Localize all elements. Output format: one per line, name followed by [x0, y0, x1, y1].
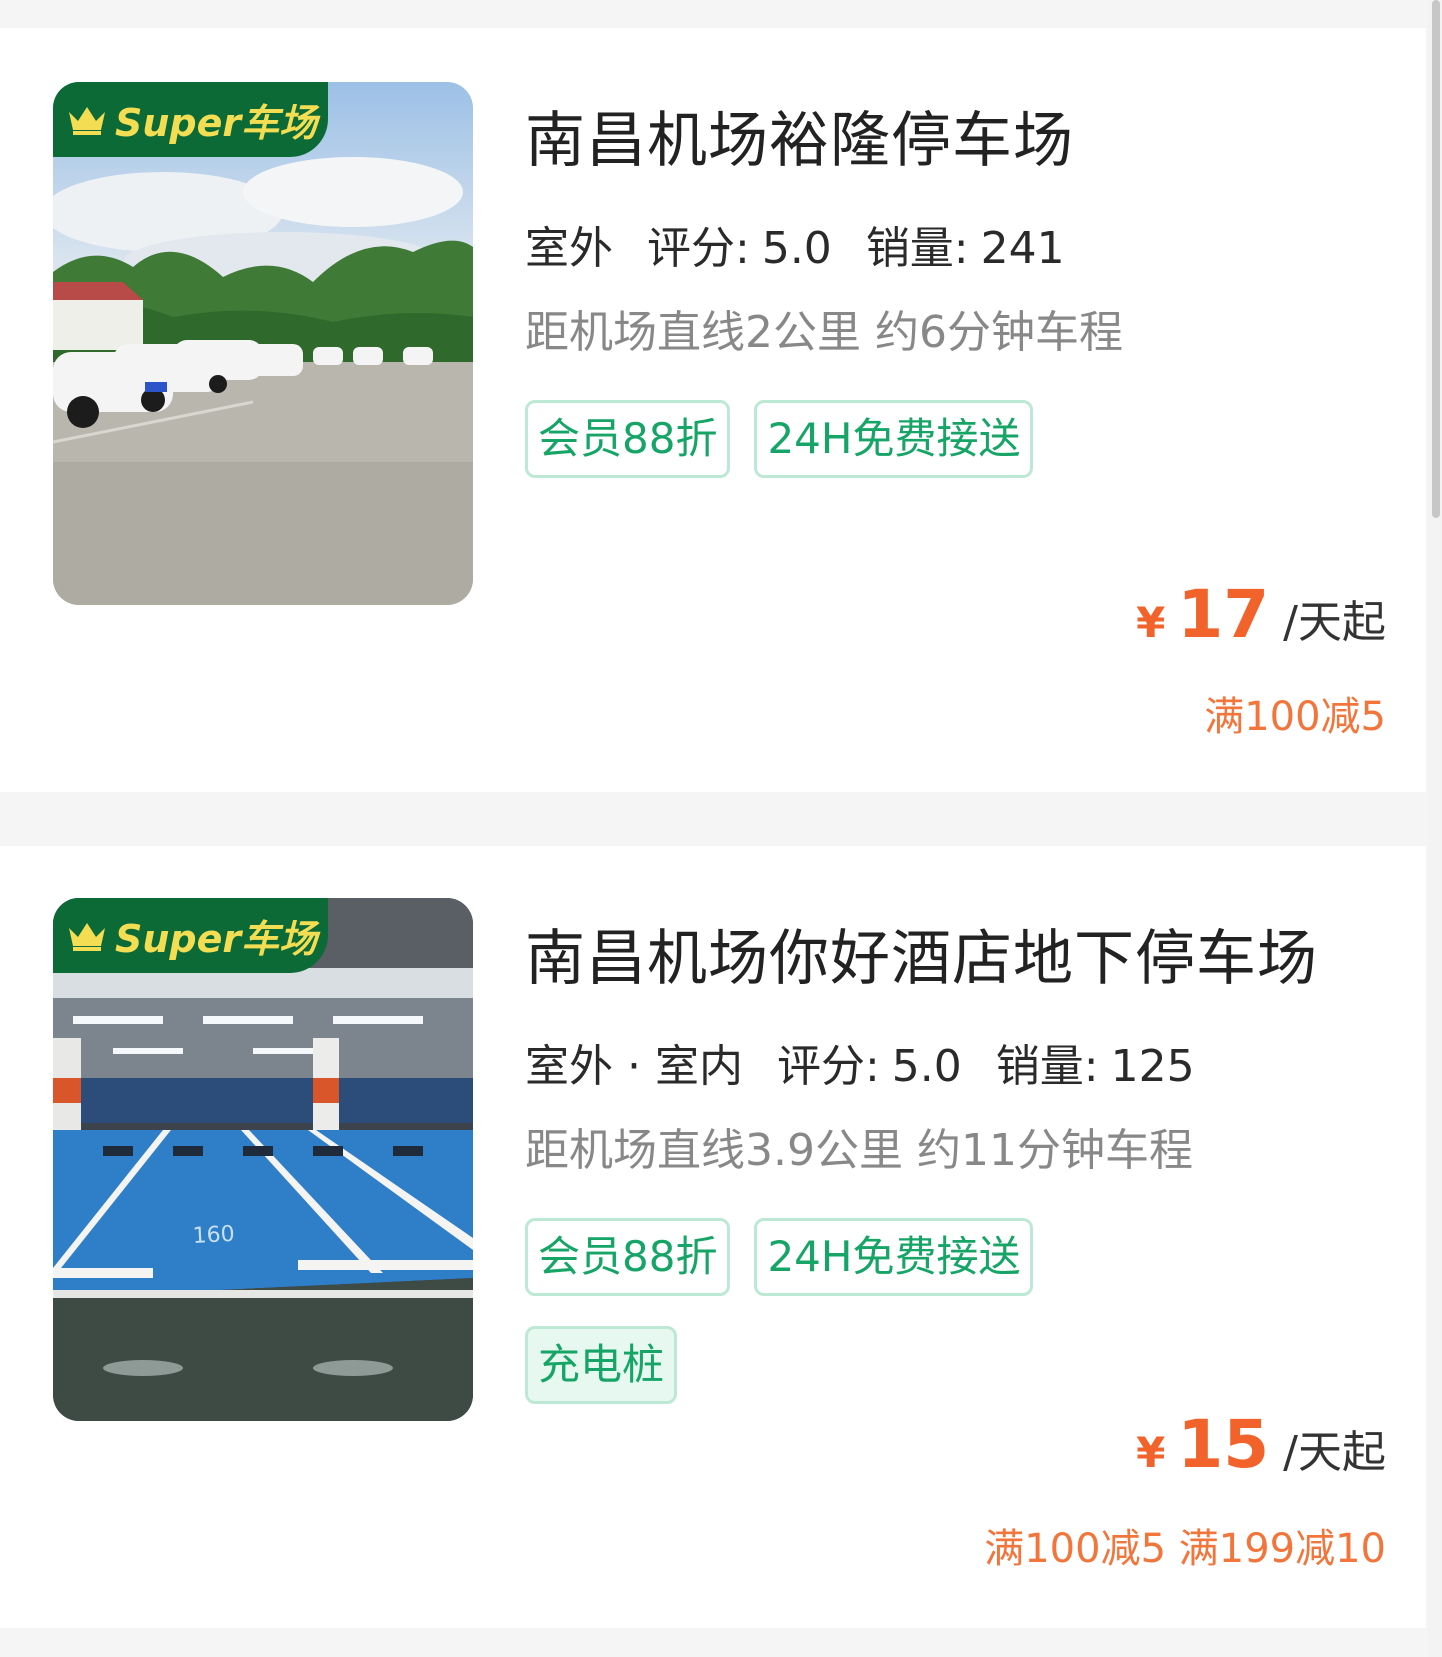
currency-symbol: ¥ — [1136, 598, 1166, 647]
tag-member-discount: 会员88折 — [525, 1218, 731, 1296]
distance-info: 距机场直线2公里 约6分钟车程 — [525, 307, 1123, 358]
parking-photo[interactable]: 160 Super车场 — [53, 898, 473, 1421]
scroll-track[interactable] — [1428, 0, 1442, 1657]
crown-icon — [69, 106, 105, 135]
rating-label: 评分: — [647, 223, 750, 274]
tag-charging-pile: 充电桩 — [525, 1326, 678, 1404]
super-parking-badge: Super车场 — [53, 898, 328, 973]
badge-text: Super车场 — [115, 101, 318, 145]
price: ¥15/天起 — [1136, 1406, 1386, 1483]
price: ¥17/天起 — [1136, 576, 1386, 653]
parking-meta: 室外 · 室内 评分: 5.0 销量: 125 — [525, 1030, 1195, 1094]
parking-listing-card[interactable]: 160 Super车场 南昌机场你好酒店地下停车场 室外 · 室内 评分: 5.0 销… — [0, 846, 1426, 1628]
parking-name[interactable]: 南昌机场你好酒店地下停车场 — [525, 910, 1318, 997]
tag-member-discount: 会员88折 — [525, 400, 731, 478]
tag-shuttle: 24H免费接送 — [754, 1218, 1034, 1296]
tag-list: 会员88折 24H免费接送 充电桩 — [525, 1218, 1125, 1434]
parking-type: 室外 — [525, 212, 613, 276]
currency-symbol: ¥ — [1136, 1428, 1166, 1477]
crown-icon — [69, 922, 105, 951]
scrollbar-thumb[interactable] — [1432, 0, 1440, 518]
tag-list: 会员88折 24H免费接送 — [525, 400, 1125, 508]
parking-name[interactable]: 南昌机场裕隆停车场 — [525, 92, 1074, 179]
rating-value: 5.0 — [761, 223, 832, 274]
distance-info: 距机场直线3.9公里 约11分钟车程 — [525, 1125, 1193, 1176]
promo-text: 满100减5 — [1204, 694, 1386, 740]
price-unit: /天起 — [1283, 1427, 1386, 1478]
sales-label: 销量: — [995, 1041, 1099, 1092]
svg-text:160: 160 — [192, 1222, 235, 1249]
badge-text: Super车场 — [115, 917, 318, 961]
tag-shuttle: 24H免费接送 — [754, 400, 1034, 478]
price-value: 15 — [1177, 1406, 1270, 1483]
promo-text: 满100减5 满199减10 — [984, 1526, 1386, 1572]
rating-label: 评分: — [776, 1041, 880, 1092]
rating-value: 5.0 — [891, 1041, 962, 1092]
sales-label: 销量: — [865, 223, 969, 274]
parking-photo[interactable]: Super车场 — [53, 82, 473, 605]
super-parking-badge: Super车场 — [53, 82, 328, 157]
underground-parking-garage-image: 160 — [53, 898, 473, 1421]
price-value: 17 — [1177, 576, 1270, 653]
price-unit: /天起 — [1283, 597, 1386, 648]
sales-value: 241 — [980, 223, 1065, 274]
parking-listing-card[interactable]: Super车场 南昌机场裕隆停车场 室外 评分: 5.0 销量: 241 距机场直线2公… — [0, 28, 1426, 792]
sales-value: 125 — [1110, 1041, 1195, 1092]
parking-type: 室外 · 室内 — [525, 1030, 743, 1094]
outdoor-parking-lot-image — [53, 82, 473, 605]
parking-meta: 室外 评分: 5.0 销量: 241 — [525, 212, 1065, 276]
